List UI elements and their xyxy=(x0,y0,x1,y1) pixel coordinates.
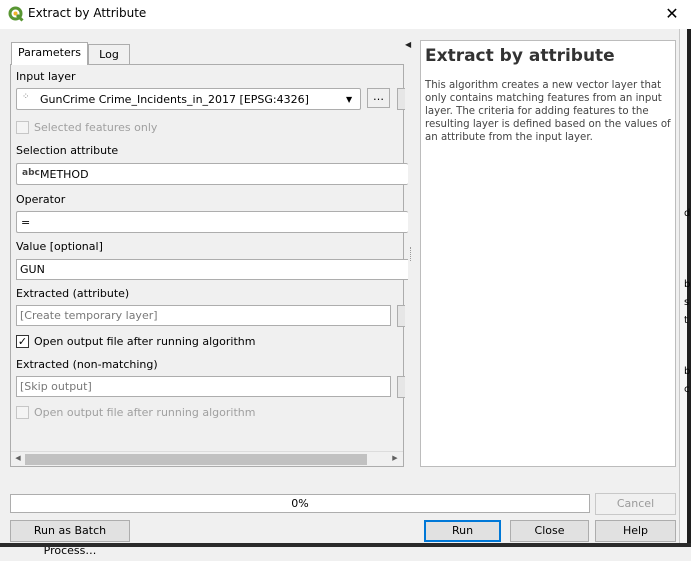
close-button[interactable]: Close xyxy=(510,520,589,542)
edge-glyph: c xyxy=(684,384,690,395)
close-window-button[interactable]: ✕ xyxy=(662,4,682,24)
extracted-nonmatching-label: Extracted (non-matching) xyxy=(16,358,158,371)
selection-attribute-select[interactable]: abc METHOD xyxy=(16,163,408,185)
help-button[interactable]: Help xyxy=(595,520,676,542)
selection-attribute-value: METHOD xyxy=(40,168,89,181)
open-output2-checkbox[interactable] xyxy=(16,406,29,419)
extracted-nonmatching-options-button[interactable] xyxy=(397,376,405,398)
window-title: Extract by Attribute xyxy=(28,6,147,20)
scroll-left-arrow-icon[interactable]: ◀ xyxy=(12,452,24,465)
operator-label: Operator xyxy=(16,193,66,206)
tab-log[interactable]: Log xyxy=(88,44,130,65)
scrollbar-thumb[interactable] xyxy=(25,454,367,465)
extracted-attribute-label: Extracted (attribute) xyxy=(16,287,130,300)
edge-glyph: b xyxy=(684,279,691,290)
input-layer-select[interactable]: ⁘ GunCrime Crime_Incidents_in_2017 [EPSG… xyxy=(16,88,361,110)
help-title: Extract by attribute xyxy=(425,46,615,66)
operator-select[interactable]: = xyxy=(16,211,408,233)
run-batch-button[interactable]: Run as Batch Process… xyxy=(10,520,130,557)
selected-features-label: Selected features only xyxy=(34,121,158,134)
open-output2-label: Open output file after running algorithm xyxy=(34,406,256,419)
run-button[interactable]: Run xyxy=(424,520,501,542)
collapse-help-arrow-icon[interactable]: ◀ xyxy=(405,40,411,49)
chevron-down-icon: ▼ xyxy=(346,95,353,104)
tab-parameters[interactable]: Parameters xyxy=(11,42,88,65)
extracted-attribute-output-field[interactable]: [Create temporary layer] xyxy=(16,305,391,326)
scroll-right-arrow-icon[interactable]: ▶ xyxy=(389,452,401,465)
help-description: This algorithm creates a new vector laye… xyxy=(425,80,671,143)
value-label: Value [optional] xyxy=(16,240,103,253)
iterate-button[interactable] xyxy=(397,88,405,110)
extracted-nonmatching-output-field[interactable]: [Skip output] xyxy=(16,376,391,397)
selection-attribute-label: Selection attribute xyxy=(16,144,119,157)
open-output-checkbox[interactable]: ✓ xyxy=(16,335,29,348)
edge-glyph: b xyxy=(684,366,691,377)
input-layer-label: Input layer xyxy=(16,70,76,83)
open-output-label: Open output file after running algorithm xyxy=(34,335,256,348)
text-field-icon: abc xyxy=(22,168,40,178)
extracted-attribute-placeholder: [Create temporary layer] xyxy=(20,309,158,322)
input-layer-value: GunCrime Crime_Incidents_in_2017 [EPSG:4… xyxy=(40,93,309,106)
operator-value: = xyxy=(21,216,31,229)
value-text: GUN xyxy=(20,263,45,276)
edge-glyph: s xyxy=(684,297,690,308)
point-layer-icon: ⁘ xyxy=(22,92,30,102)
extracted-nonmatching-placeholder: [Skip output] xyxy=(20,380,92,393)
edge-glyph: d xyxy=(684,208,691,219)
selected-features-checkbox[interactable] xyxy=(16,121,29,134)
extracted-attribute-options-button[interactable] xyxy=(397,305,405,327)
cancel-button[interactable]: Cancel xyxy=(595,493,676,515)
browse-button[interactable]: … xyxy=(367,88,390,108)
qgis-logo-icon xyxy=(8,6,24,22)
value-input[interactable]: GUN xyxy=(16,259,408,280)
splitter-handle[interactable] xyxy=(410,247,413,261)
progress-bar: 0% xyxy=(10,494,590,513)
edge-glyph: t xyxy=(684,315,688,326)
background-window-border xyxy=(0,543,691,547)
